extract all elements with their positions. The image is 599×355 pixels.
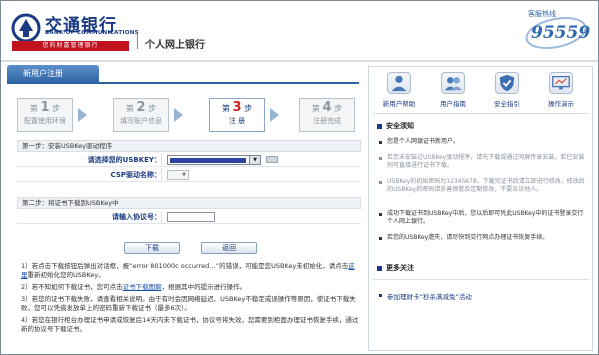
section-install-driver: 第一步：安装USBKey驱动程序	[17, 140, 361, 152]
step-prefix: 第	[311, 104, 320, 113]
step-label: 注册完成	[313, 117, 341, 125]
field-divider	[161, 210, 162, 224]
pin-row: 请输入协议号：	[17, 210, 361, 224]
usbkey-row: 请选择您的USBKEY： ▼	[17, 153, 361, 167]
section-download-cert: 第二步：将证书下载到USBKey中	[17, 197, 361, 209]
quick-link-new-user-help[interactable]: 新用户帮助	[373, 69, 425, 109]
tab-new-user-registration[interactable]: 新用户注册	[7, 65, 99, 83]
note-item: 1）若点击下载按钮后弹出对话框，报“error 801000c occurred…	[21, 262, 361, 280]
step-indicator: 第 1 步 配置使用环境 第 2 步 填写账户信息 第 3 步 注 册 第 4 …	[17, 98, 362, 134]
security-notice-title: 安全须知	[377, 121, 414, 131]
note-text: 2）若不知如何下载证书，您可点击	[21, 283, 123, 291]
csp-select[interactable]: ▼	[167, 170, 189, 180]
security-tip: 成功下载证书到USBKey中后，您以后即可凭此USBKey中的证书登录交行个人网…	[379, 210, 585, 226]
section-title-text: 更多关注	[386, 264, 414, 272]
step-prefix: 第	[125, 104, 134, 113]
note-text: 重新初始化您的USBKey。	[27, 271, 105, 279]
note-item: 2）若不知如何下载证书，您可点击证书下载图解，根据其中的提示进行操作。	[21, 283, 361, 292]
header-divider	[137, 33, 138, 49]
registration-panel: 第 1 步 配置使用环境 第 2 步 填写账户信息 第 3 步 注 册 第 4 …	[7, 84, 362, 352]
step-1: 第 1 步 配置使用环境	[17, 98, 73, 132]
note-item: 3）若您的证书下载失败，请查看相关说明。由于有时会因网络延迟、USBKey不稳定…	[21, 295, 361, 313]
sidebar-divider	[373, 113, 589, 114]
bullet-square-icon	[377, 265, 382, 271]
bullet-square-icon	[377, 123, 382, 129]
field-divider	[161, 168, 162, 182]
note-text: 1）若点击下载按钮后弹出对话框，报“error 801000c occurred…	[21, 262, 349, 270]
usbkey-select[interactable]: ▼	[167, 155, 261, 165]
selected-option-highlight	[170, 158, 246, 163]
security-tip: 若您未安装过USBKey驱动程序，请先下载或通过同屏传录安装，若已安装则可直接进…	[379, 154, 585, 170]
step-prefix: 第	[221, 104, 230, 113]
system-title: 个人网上银行	[145, 40, 205, 51]
back-button[interactable]: 返回	[201, 242, 257, 254]
section-title-text: 安全须知	[386, 122, 414, 130]
step-2: 第 2 步 填写账户信息	[113, 98, 169, 132]
step-suffix: 步	[52, 104, 61, 113]
step-label: 注 册	[228, 117, 246, 125]
agreement-number-input[interactable]	[167, 212, 215, 222]
step-3-current: 第 3 步 注 册	[209, 98, 265, 132]
more-attention-title: 更多关注	[377, 263, 414, 273]
sidebar-divider	[373, 279, 589, 280]
security-tip: 若您的USBKey遗失，请尽快到交行网点办理证书恢复手续。	[379, 234, 585, 242]
step-arrow-icon	[270, 108, 279, 122]
security-tip: USBKey的初始密码为12345678，下载完证书后请立即进行修改，修改后的U…	[379, 178, 585, 194]
quick-link-security-guide[interactable]: 安全指引	[481, 69, 533, 109]
step-prefix: 第	[29, 104, 38, 113]
quick-link-label: 用户指南	[440, 100, 466, 108]
quick-link-label: 安全指引	[494, 100, 520, 108]
cert-download-guide-link[interactable]: 证书下载图解	[123, 283, 162, 291]
usbkey-label: 请选择您的USBKEY：	[87, 156, 161, 164]
demo-screen-icon	[549, 72, 573, 94]
step-4: 第 4 步 注册完成	[299, 98, 355, 132]
refresh-usbkey-button[interactable]	[266, 156, 278, 163]
step-label: 填写账户信息	[120, 117, 162, 125]
quick-links: 新用户帮助 用户指南 安全指引 操作演示	[373, 69, 589, 109]
step-suffix: 步	[244, 104, 253, 113]
chevron-down-icon[interactable]: ▼	[249, 156, 260, 164]
user-help-icon	[387, 72, 411, 94]
note-text: ，根据其中的提示进行操作。	[161, 283, 247, 291]
bank-name-en: BANK OF COMMUNICATIONS	[45, 30, 139, 36]
step-label: 配置使用环境	[24, 117, 66, 125]
sidebar: 新用户帮助 用户指南 安全指引 操作演示 安全须知 您是个人网银证书新用户。 若…	[368, 66, 593, 351]
csp-row: CSP驱动名称： ▼	[17, 168, 361, 182]
note-text: 4）若您在银行柜台办理证书申请或恢复后14天内未下载证书，协议号将失效，您需要到…	[21, 316, 359, 333]
step-arrow-icon	[174, 108, 183, 122]
header-separator	[1, 60, 598, 62]
security-shield-icon	[495, 72, 519, 94]
hotline-number: 95559	[531, 23, 591, 43]
user-guide-icon	[441, 72, 465, 94]
note-item: 4）若您在银行柜台办理证书申请或恢复后14天内未下载证书，协议号将失效，您需要到…	[21, 316, 361, 334]
step-suffix: 步	[334, 104, 343, 113]
step-number: 3	[232, 100, 242, 115]
quick-link-label: 操作演示	[548, 100, 574, 108]
step-number: 4	[322, 100, 332, 115]
bank-logo-icon	[11, 13, 41, 43]
field-divider	[161, 153, 162, 167]
csp-label: CSP驱动名称：	[110, 171, 161, 179]
page-header: 交通银行 BANK OF COMMUNICATIONS 您的财富管理银行 个人网…	[1, 1, 598, 61]
quick-link-label: 新用户帮助	[382, 100, 416, 108]
step-number: 2	[136, 100, 146, 115]
hotline-label: 客服热线	[528, 10, 556, 18]
download-button[interactable]: 下载	[124, 242, 180, 254]
step-suffix: 步	[148, 104, 157, 113]
pin-label: 请输入协议号：	[112, 213, 161, 221]
note-text: 3）若您的证书下载失败，请查看相关说明。由于有时会因网络延迟、USBKey不稳定…	[21, 295, 356, 312]
step-number: 1	[40, 100, 50, 115]
bank-slogan: 您的财富管理银行	[12, 41, 129, 51]
step-arrow-icon	[78, 108, 87, 122]
quick-link-demo[interactable]: 操作演示	[535, 69, 587, 109]
notes-list: 1）若点击下载按钮后弹出对话框，报“error 801000c occurred…	[21, 262, 361, 337]
security-tip: 您是个人网银证书新用户。	[379, 138, 585, 146]
quick-link-user-guide[interactable]: 用户指南	[427, 69, 479, 109]
promo-link[interactable]: 参加理财卡“秒杀满减兔”活动	[379, 291, 472, 301]
